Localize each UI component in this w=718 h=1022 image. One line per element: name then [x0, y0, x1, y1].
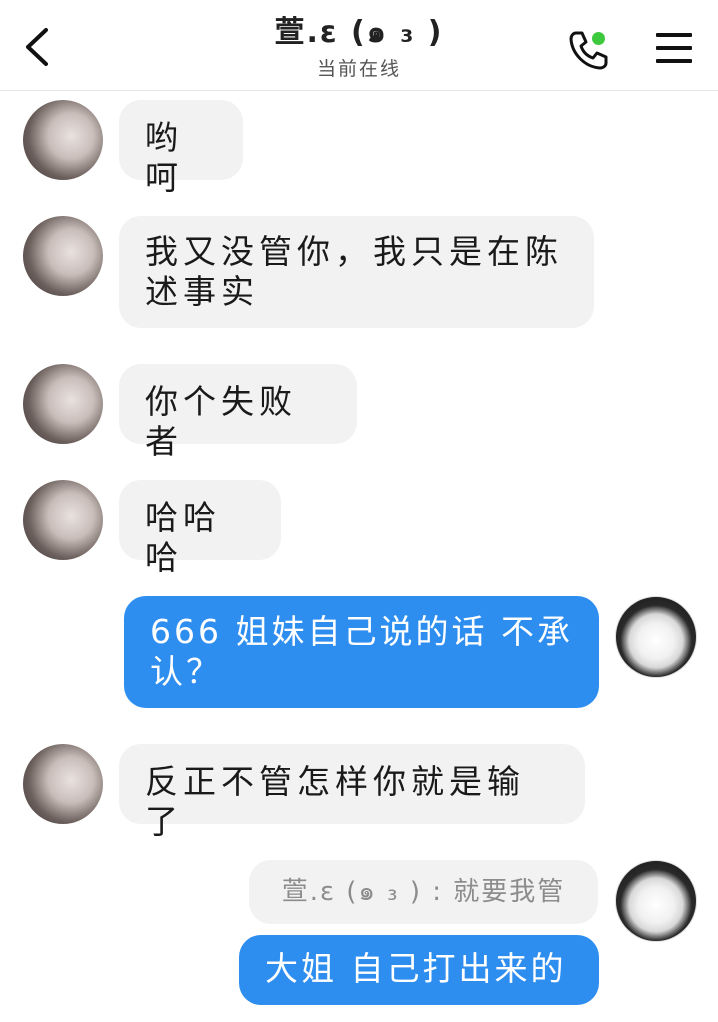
hamburger-menu-icon-bar	[656, 46, 692, 50]
message-text: 哈哈哈	[145, 498, 221, 577]
message-text: 大姐 自己打出来的	[265, 949, 567, 988]
menu-button[interactable]	[654, 30, 694, 66]
hamburger-menu-icon	[656, 33, 692, 37]
message-text: 反正不管怎样你就是输了	[145, 762, 525, 841]
incoming-message[interactable]: 我又没管你，我只是在陈述事实	[119, 216, 594, 328]
self-avatar[interactable]	[615, 860, 697, 942]
quoted-message[interactable]: 萱.ɛ (๑ ₃ ) : 就要我管	[249, 860, 598, 924]
message-text: 你个失败者	[145, 382, 297, 461]
outgoing-message[interactable]: 大姐 自己打出来的	[239, 935, 599, 1005]
incoming-message[interactable]: 反正不管怎样你就是输了	[119, 744, 585, 841]
chat-title: 萱.ɛ (๑ ₃ )	[274, 15, 444, 50]
message-text: 我又没管你，我只是在陈述事实	[145, 232, 563, 311]
online-indicator	[592, 32, 605, 45]
message-text: 哟呵	[145, 118, 183, 197]
message-text: 666 姐妹自己说的话 不承认？	[150, 612, 573, 691]
chat-header: 萱.ɛ (๑ ₃ ) 当前在线	[0, 0, 718, 91]
online-status: 当前在线	[316, 58, 401, 80]
contact-avatar[interactable]	[23, 744, 103, 824]
incoming-message[interactable]: 你个失败者	[119, 364, 357, 461]
incoming-message[interactable]: 哈哈哈	[119, 480, 281, 577]
hamburger-menu-icon-bar	[656, 59, 692, 63]
incoming-message[interactable]: 哟呵	[119, 100, 243, 197]
contact-avatar[interactable]	[23, 364, 103, 444]
contact-avatar[interactable]	[23, 480, 103, 560]
outgoing-message[interactable]: 666 姐妹自己说的话 不承认？	[124, 596, 599, 708]
contact-avatar[interactable]	[23, 100, 103, 180]
contact-avatar[interactable]	[23, 216, 103, 296]
self-avatar[interactable]	[615, 596, 697, 678]
